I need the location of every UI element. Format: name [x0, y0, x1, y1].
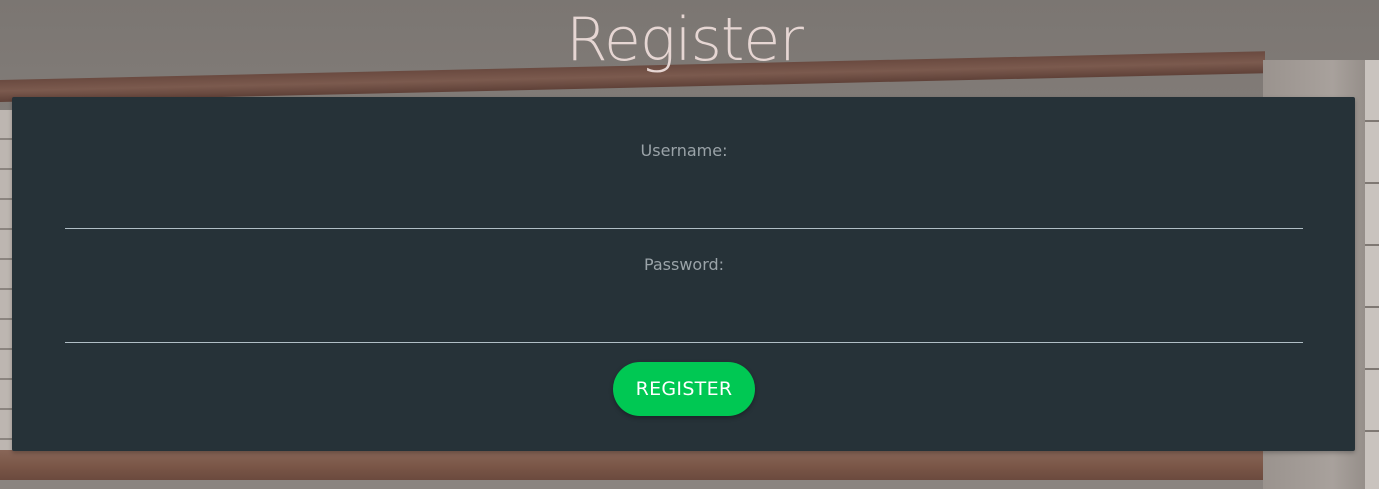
register-form: Username: Password: REGISTER: [12, 97, 1355, 451]
username-field-group: Username:: [65, 139, 1303, 229]
background-plank-bottom: [0, 446, 1265, 480]
password-label: Password:: [643, 255, 725, 274]
username-label: Username:: [640, 141, 728, 160]
username-input[interactable]: [65, 173, 1303, 229]
page-title: Register: [566, 5, 804, 75]
register-button[interactable]: REGISTER: [613, 362, 755, 416]
password-field-group: Password:: [65, 253, 1303, 343]
password-input[interactable]: [65, 287, 1303, 343]
